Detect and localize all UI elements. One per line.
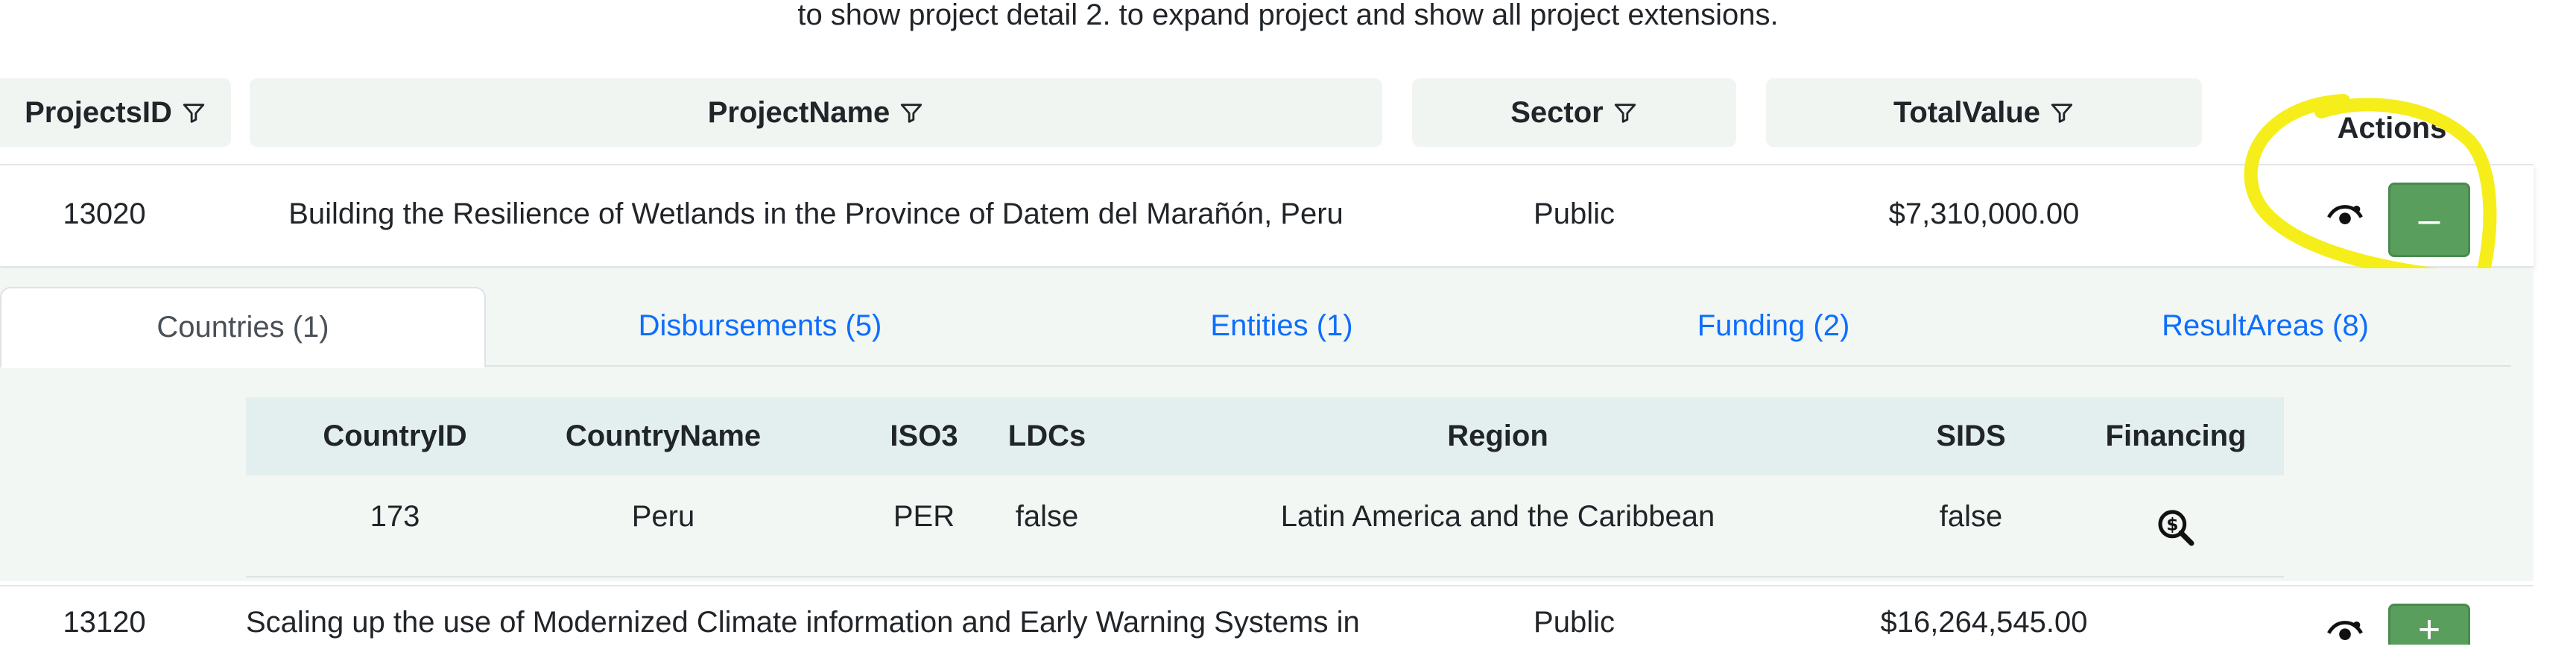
iso3-cell: PER xyxy=(893,499,955,533)
col-ldcs: LDCs xyxy=(1007,420,1086,452)
sids-cell: false xyxy=(1939,499,2003,533)
money-search-icon: $ xyxy=(2155,507,2197,556)
filter-icon[interactable] xyxy=(181,100,206,125)
column-header-project-name[interactable]: ProjectName xyxy=(250,78,1382,147)
total-value-cell: $16,264,545.00 xyxy=(1880,605,2088,639)
col-country-id: CountryID xyxy=(323,420,467,452)
col-region: Region xyxy=(1447,420,1548,452)
column-header-label: ProjectName xyxy=(707,95,890,129)
view-project-button[interactable] xyxy=(2306,604,2384,645)
toggle-label: + xyxy=(2417,608,2441,651)
col-financing: Financing xyxy=(2105,420,2247,452)
tab-entities[interactable]: Entities (1) xyxy=(1036,287,1528,365)
tab-disbursements[interactable]: Disbursements (5) xyxy=(484,287,1036,365)
column-header-sector[interactable]: Sector xyxy=(1412,78,1736,147)
tab-label: Countries (1) xyxy=(156,311,329,344)
financing-button[interactable]: $ xyxy=(2131,490,2221,572)
ldcs-cell: false xyxy=(1015,499,1079,533)
instruction-caption: to show project detail 2. to expand proj… xyxy=(797,0,1779,31)
filter-icon[interactable] xyxy=(899,100,924,125)
project-name-cell: Scaling up the use of Modernized Climate… xyxy=(246,605,1360,639)
project-id-cell: 13120 xyxy=(63,605,146,639)
region-cell: Latin America and the Caribbean xyxy=(1280,499,1715,533)
country-id-cell: 173 xyxy=(370,499,420,533)
tab-countries[interactable]: Countries (1) xyxy=(0,287,486,368)
tab-result-areas[interactable]: ResultAreas (8) xyxy=(2019,287,2511,365)
column-header-label: TotalValue xyxy=(1893,95,2041,129)
col-iso3: ISO3 xyxy=(890,420,958,452)
total-value-cell: $7,310,000.00 xyxy=(1888,197,2080,230)
tab-label: Disbursements (5) xyxy=(638,309,882,342)
tab-label: Entities (1) xyxy=(1210,309,1353,342)
expand-project-button[interactable]: + xyxy=(2388,604,2470,651)
column-header-projects-id[interactable]: ProjectsID xyxy=(0,78,231,147)
column-header-label: ProjectsID xyxy=(25,95,172,129)
column-header-label: Sector xyxy=(1510,95,1604,129)
column-header-total-value[interactable]: TotalValue xyxy=(1766,78,2202,147)
filter-icon[interactable] xyxy=(1613,100,1638,125)
country-name-cell: Peru xyxy=(631,499,695,533)
tab-funding[interactable]: Funding (2) xyxy=(1528,287,2019,365)
tab-label: Funding (2) xyxy=(1697,309,1850,342)
filter-icon[interactable] xyxy=(2049,100,2075,125)
highlight-annotation xyxy=(2244,94,2497,287)
project-name-cell: Building the Resilience of Wetlands in t… xyxy=(288,197,1344,230)
col-country-name: CountryName xyxy=(565,420,762,452)
table-row: 173 Peru PER false Latin America and the… xyxy=(246,475,2284,578)
eye-icon xyxy=(2326,604,2364,651)
sector-cell: Public xyxy=(1534,197,1615,230)
countries-table-header: CountryID CountryName ISO3 LDCs Region S… xyxy=(246,397,2284,475)
tab-label: ResultAreas (8) xyxy=(2162,309,2369,342)
col-sids: SIDS xyxy=(1936,420,2006,452)
sector-cell: Public xyxy=(1534,605,1615,639)
svg-text:$: $ xyxy=(2166,514,2178,535)
project-id-cell: 13020 xyxy=(63,197,146,230)
